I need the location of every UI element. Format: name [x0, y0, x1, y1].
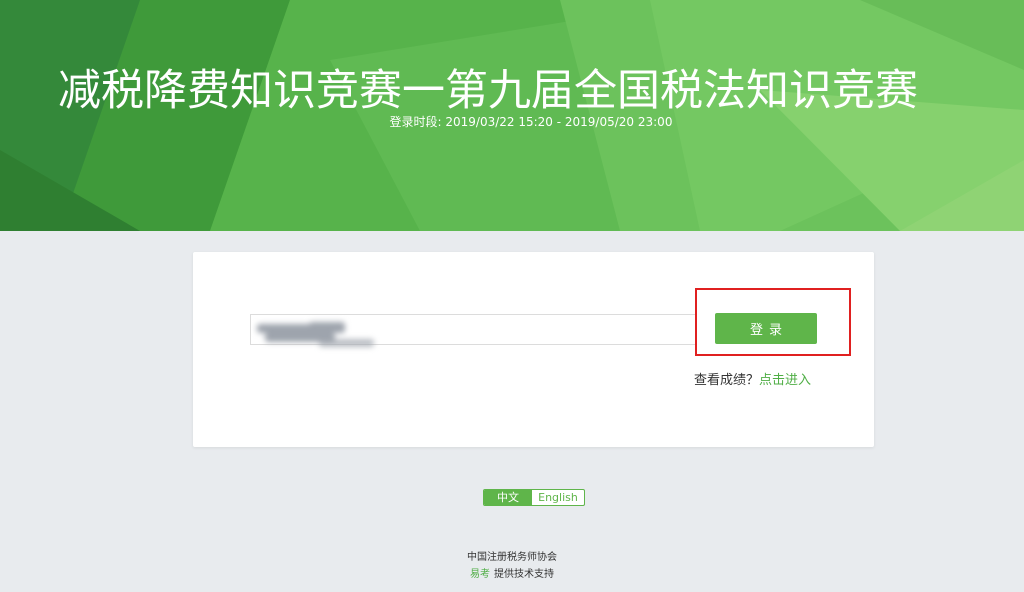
login-button[interactable]: 登录 [715, 313, 817, 344]
support-text: 提供技术支持 [494, 569, 554, 580]
candidate-id-input[interactable] [251, 315, 695, 344]
language-switcher: 中文 English [483, 489, 585, 506]
language-option-chinese[interactable]: 中文 [484, 490, 532, 505]
view-score-prompt: 查看成绩？ [694, 373, 760, 388]
header-banner: 减税降费知识竞赛一第九届全国税法知识竞赛 登录时段: 2019/03/22 15… [0, 0, 1024, 231]
footer-support: 易考 提供技术支持 [0, 565, 1024, 580]
candidate-id-field[interactable] [250, 314, 696, 347]
page-title: 减税降费知识竞赛一第九届全国税法知识竞赛 [58, 66, 918, 116]
footer-organization: 中国注册税务师协会 [467, 552, 557, 563]
login-time-range: 登录时段: 2019/03/22 15:20 - 2019/05/20 23:0… [389, 115, 673, 129]
support-brand-link[interactable]: 易考 [470, 569, 490, 580]
login-card: 登录 查看成绩？点击进入 [193, 252, 874, 447]
language-option-english[interactable]: English [532, 490, 584, 505]
view-score-link[interactable]: 点击进入 [759, 373, 811, 388]
view-score-row: 查看成绩？点击进入 [694, 369, 811, 388]
